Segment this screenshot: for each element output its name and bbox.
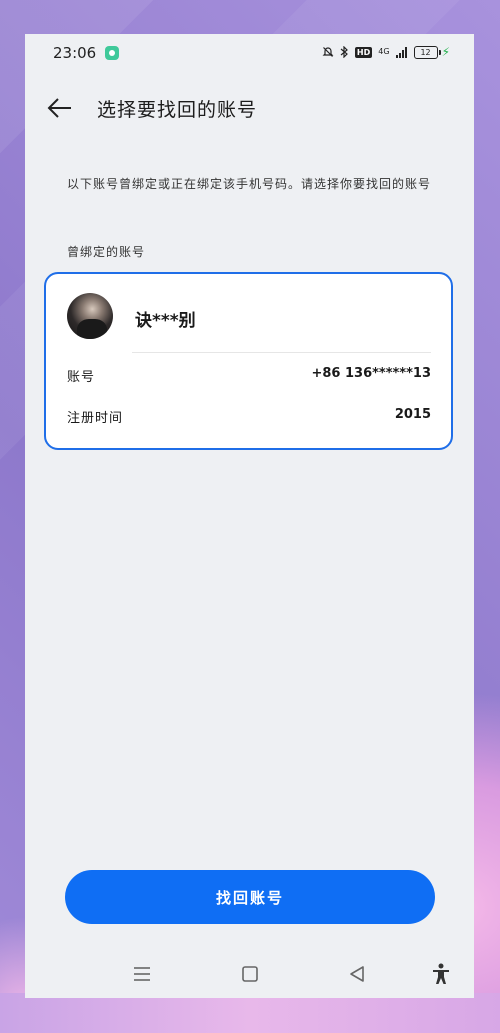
back-arrow-icon (47, 98, 71, 118)
wallpaper-flower-bottom (0, 993, 500, 1033)
account-card[interactable]: 诀***别 账号 +86 136******13 注册时间 2015 (44, 272, 453, 450)
account-value: +86 136******13 (311, 366, 431, 381)
section-label: 曾绑定的账号 (67, 245, 146, 259)
avatar (67, 293, 113, 339)
account-label: 账号 (67, 370, 96, 385)
status-icons: HD 4G 12 ⚡ (322, 45, 450, 59)
bluetooth-icon (340, 46, 349, 58)
battery-icon: 12 (413, 45, 441, 59)
status-bar: 23:06 HD 4G 12 ⚡ (25, 34, 474, 72)
bell-muted-icon (322, 46, 334, 58)
status-time: 23:06 (53, 44, 97, 62)
charging-icon: ⚡ (441, 45, 450, 59)
phone-screen: 23:06 HD 4G 12 ⚡ 选择要找回的账号 以下账号曾绑定或正在绑定该手… (25, 34, 474, 998)
menu-icon[interactable] (128, 960, 156, 988)
page-title: 选择要找回的账号 (97, 99, 258, 121)
home-square-icon[interactable] (236, 960, 264, 988)
recover-account-button[interactable]: 找回账号 (65, 870, 435, 924)
accessibility-icon[interactable] (427, 960, 455, 988)
navigation-bar (25, 950, 474, 998)
app-notification-icon (105, 46, 119, 60)
registration-time-value: 2015 (394, 407, 431, 422)
description-text: 以下账号曾绑定或正在绑定该手机号码。请选择你要找回的账号 (67, 177, 432, 191)
back-button[interactable] (45, 94, 75, 122)
network-type: 4G (378, 47, 390, 56)
page-header: 选择要找回的账号 (25, 90, 474, 126)
registration-time-label: 注册时间 (67, 411, 124, 426)
account-name: 诀***别 (135, 311, 196, 331)
signal-icon (395, 46, 408, 58)
triangle-back-icon[interactable] (343, 960, 371, 988)
hd-badge: HD (354, 46, 373, 58)
card-divider (132, 352, 431, 353)
